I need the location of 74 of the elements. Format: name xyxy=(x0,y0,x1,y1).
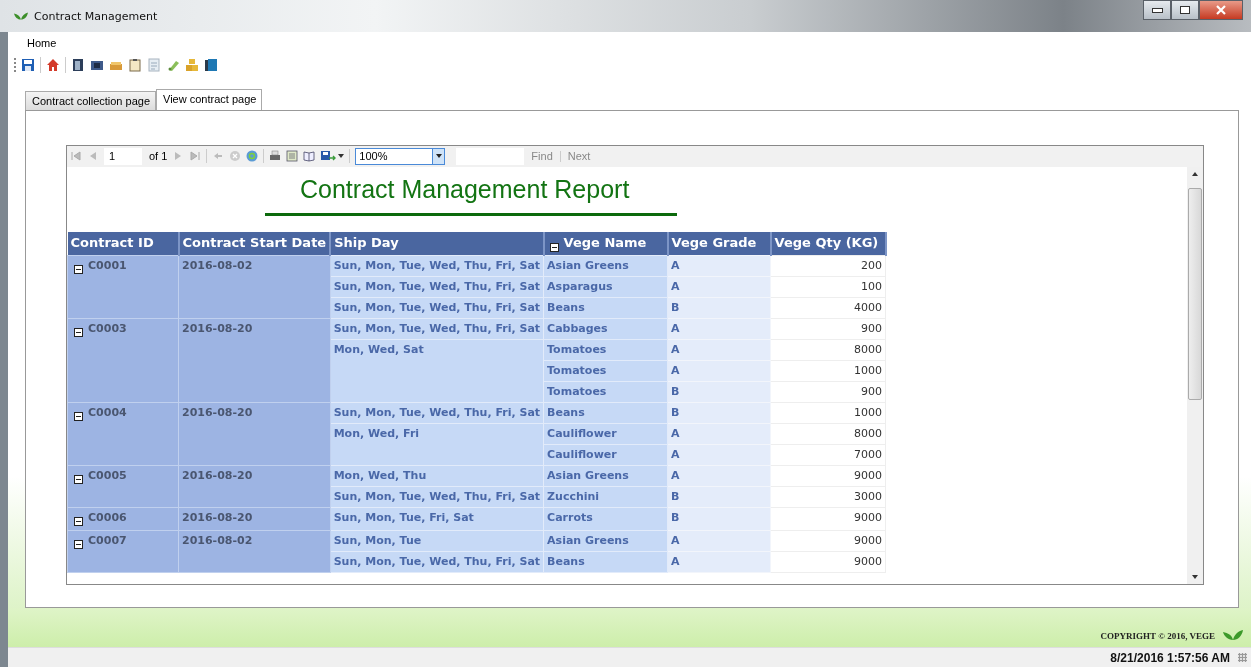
table-cell: Mon, Wed, Sat xyxy=(330,339,544,403)
home-icon[interactable] xyxy=(46,57,60,72)
menu-item[interactable]: Home xyxy=(20,36,64,49)
table-cell: A xyxy=(667,255,771,277)
report-title: Contract Management Report xyxy=(299,173,631,205)
contract-id: C0006 xyxy=(88,510,127,524)
column-header: Contract Start Date xyxy=(178,231,331,256)
table-cell: 9000 xyxy=(770,507,886,531)
table-cell: Sun, Mon, Tue, Fri, Sat xyxy=(330,507,544,531)
contract-id: C0001 xyxy=(88,258,127,272)
column-header: Vege Qty (KG) xyxy=(770,231,886,256)
scroll-up-icon[interactable] xyxy=(1192,171,1198,176)
collapse-toggle[interactable] xyxy=(74,264,83,274)
minimize-button[interactable] xyxy=(1143,0,1171,20)
column-header: Contract ID xyxy=(67,231,179,256)
table-cell: 2016-08-02 xyxy=(178,255,331,319)
leaf-icon xyxy=(1223,629,1243,642)
contract-id: C0003 xyxy=(88,321,127,335)
resize-grip[interactable] xyxy=(1238,653,1247,663)
scroll-down-icon[interactable] xyxy=(1192,575,1198,580)
vertical-scrollbar[interactable] xyxy=(1187,166,1203,585)
binder-icon[interactable] xyxy=(204,57,218,72)
tab[interactable]: View contract page xyxy=(156,88,263,110)
export-button[interactable] xyxy=(320,150,345,163)
table-cell: Sun, Mon, Tue, Wed, Thu, Fri, Sat xyxy=(330,318,544,340)
print-icon[interactable] xyxy=(269,150,282,163)
tab[interactable]: Contract collection page xyxy=(25,90,156,110)
window-title: Contract Management xyxy=(34,9,158,23)
maximize-button[interactable] xyxy=(1171,0,1199,20)
collapse-toggle[interactable] xyxy=(74,474,83,484)
column-header: Vege Name xyxy=(543,231,668,256)
find-field[interactable] xyxy=(456,147,525,165)
page-layout-icon[interactable] xyxy=(286,150,299,163)
table-cell: Sun, Mon, Tue, Wed, Thu, Fri, Sat xyxy=(330,297,544,319)
table-cell: 2016-08-20 xyxy=(178,402,331,466)
open-book-icon[interactable] xyxy=(303,150,316,163)
contract-id: C0007 xyxy=(88,533,127,547)
contract-id: C0005 xyxy=(88,468,127,482)
save-icon[interactable] xyxy=(21,57,35,72)
page-number-field[interactable]: 1 xyxy=(104,147,142,165)
table-cell: Sun, Mon, Tue, Wed, Thu, Fri, Sat xyxy=(330,486,544,508)
collapse-toggle[interactable] xyxy=(74,327,83,337)
collapse-toggle[interactable] xyxy=(549,242,559,252)
status-datetime: 8/21/2016 1:57:56 AM xyxy=(1110,650,1230,665)
table-cell: Asian Greens xyxy=(543,255,668,277)
leaf-icon xyxy=(14,11,28,21)
table-cell: Mon, Wed, Fri xyxy=(330,423,544,466)
table-cell: Mon, Wed, Thu xyxy=(330,465,544,487)
table-cell: 2016-08-02 xyxy=(178,530,331,573)
copyright-text: COPYRIGHT © 2016, VEGE xyxy=(1100,631,1215,642)
column-header: Ship Day xyxy=(330,231,544,256)
table-cell: Sun, Mon, Tue xyxy=(330,530,544,552)
door-icon[interactable] xyxy=(71,57,85,72)
zoom-dropdown[interactable]: 100% xyxy=(355,147,446,165)
table-cell: Sun, Mon, Tue, Wed, Thu, Fri, Sat xyxy=(330,551,544,573)
caret-icon xyxy=(338,154,345,159)
contract-id: C0004 xyxy=(88,405,127,419)
table-cell: Sun, Mon, Tue, Wed, Thu, Fri, Sat xyxy=(330,276,544,298)
close-button[interactable] xyxy=(1199,0,1243,20)
table-cell: Sun, Mon, Tue, Wed, Thu, Fri, Sat xyxy=(330,255,544,277)
table-cell: 2016-08-20 xyxy=(178,318,331,403)
table-cell: 2016-08-20 xyxy=(178,507,331,531)
table-cell: 200 xyxy=(770,255,886,277)
collapse-toggle[interactable] xyxy=(74,539,83,549)
table-cell: 2016-08-20 xyxy=(178,465,331,508)
caret-icon xyxy=(435,154,442,159)
close-icon xyxy=(1216,5,1226,15)
clipboard-icon[interactable] xyxy=(128,57,142,72)
page-count: of 1 xyxy=(148,150,168,163)
table-cell: Sun, Mon, Tue, Wed, Thu, Fri, Sat xyxy=(330,402,544,424)
collapse-toggle[interactable] xyxy=(74,411,83,421)
table-cell: Carrots xyxy=(543,507,668,531)
collapse-toggle[interactable] xyxy=(74,516,83,526)
column-header: Vege Grade xyxy=(667,231,771,256)
